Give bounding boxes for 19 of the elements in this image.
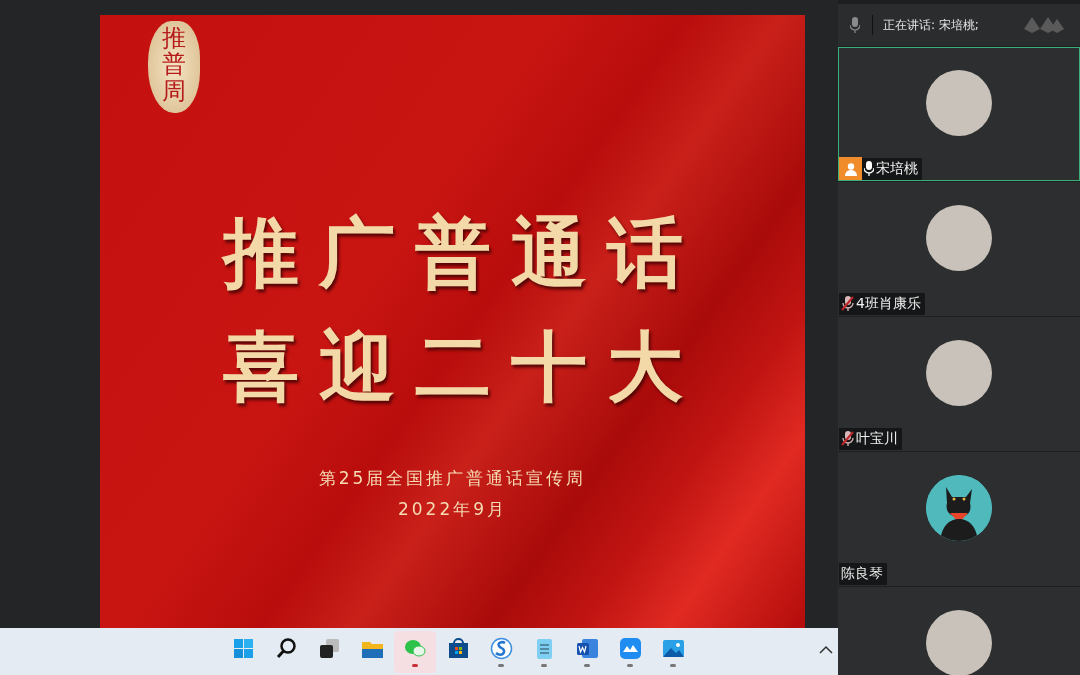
speaking-status: 正在讲话: 宋培桃; <box>883 16 979 34</box>
slide-subtitle: 第25届全国推广普通话宣传周 <box>318 467 587 490</box>
participant-tile[interactable]: 叶宝川 <box>838 317 1080 451</box>
word-icon <box>574 636 600 661</box>
cat-avatar-icon <box>926 475 992 541</box>
microphone-icon[interactable] <box>850 17 860 33</box>
participant-name: 宋培桃 <box>876 159 918 178</box>
meeting-app-icon <box>617 636 643 661</box>
seal-text: 推普周 <box>162 23 186 107</box>
app-logo-icon <box>1022 15 1066 35</box>
participant-name: 4班肖康乐 <box>856 294 921 313</box>
s-logo-icon <box>488 636 514 661</box>
slide-date: 2022年9月 <box>397 498 508 521</box>
slide-title: 喜迎二十大 <box>222 329 703 405</box>
participant-tile[interactable]: 4班肖康乐 <box>838 182 1080 316</box>
participant-name: 陈良琴 <box>841 564 883 583</box>
participant-name: 叶宝川 <box>856 429 898 448</box>
participant-tile[interactable]: 陈良琴 <box>838 452 1080 586</box>
participant-tile[interactable]: 宋培桃 <box>838 47 1080 181</box>
